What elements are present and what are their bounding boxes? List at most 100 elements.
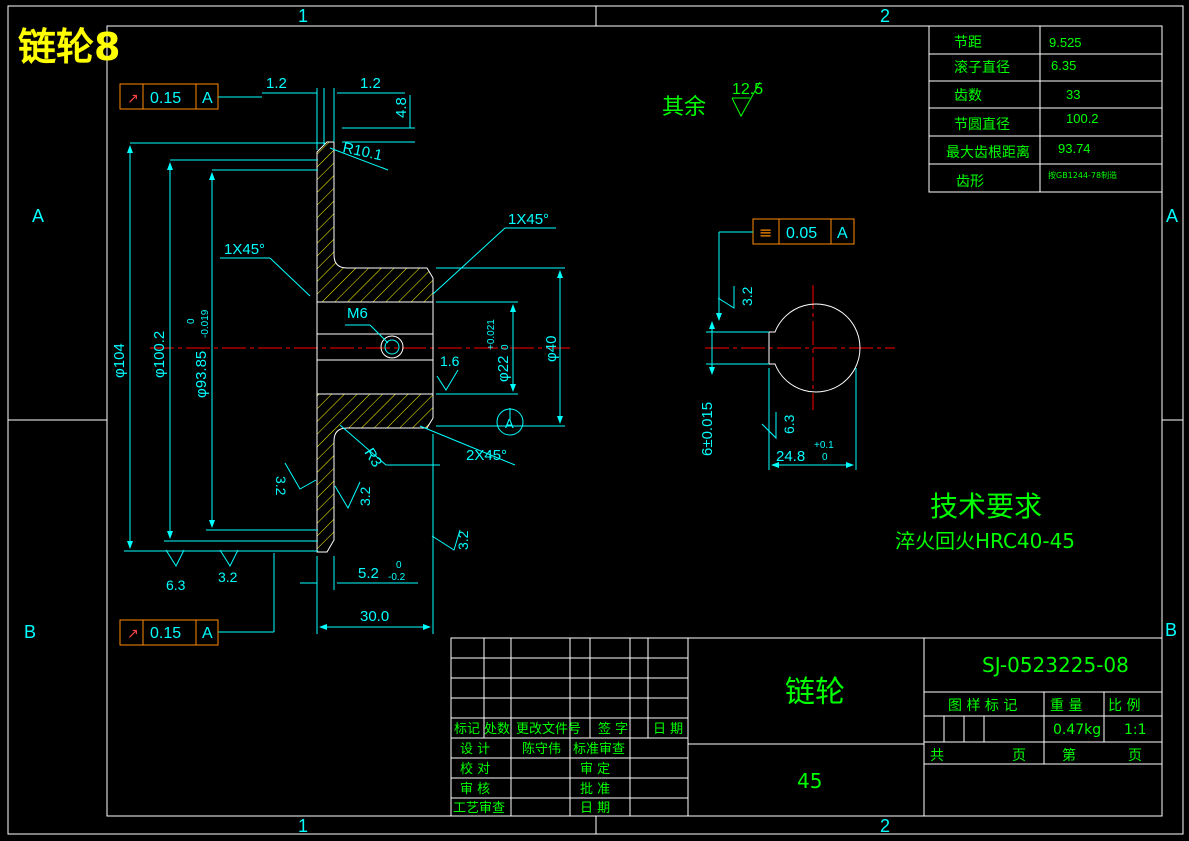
svg-text:处数: 处数	[484, 722, 510, 737]
svg-text:页: 页	[1012, 748, 1026, 764]
dim-key-depth-tol-up: +0.1	[814, 440, 834, 451]
svg-text:设 计: 设 计	[460, 742, 490, 757]
svg-text:12.5: 12.5	[732, 81, 763, 98]
svg-text:6.3: 6.3	[166, 577, 186, 593]
dim-thread: M6	[347, 305, 368, 322]
scale-value: 1:1	[1124, 722, 1147, 738]
svg-text:1: 1	[298, 6, 308, 26]
param-value: 6.35	[1051, 58, 1076, 73]
svg-text:标准审查: 标准审查	[573, 742, 625, 757]
param-value: 按GB1244-78制造	[1048, 170, 1117, 180]
part-name: 链轮	[785, 675, 845, 710]
svg-text:工艺审查: 工艺审查	[453, 801, 505, 816]
param-label: 滚子直径	[954, 59, 1010, 76]
svg-text:日 期: 日 期	[653, 722, 683, 737]
dim-top-a: 1.2	[266, 75, 287, 92]
weight-value: 0.47kg	[1053, 722, 1101, 738]
svg-text:标记: 标记	[454, 722, 480, 737]
svg-text:2: 2	[880, 6, 890, 26]
svg-text:A: A	[202, 625, 213, 642]
dim-chamfer-b: 1X45°	[508, 211, 549, 228]
dim-key-depth: 24.8	[776, 448, 805, 465]
datum-label: A	[505, 416, 514, 431]
dim-key-width: 6±0.015	[699, 402, 716, 456]
svg-text:批 准: 批 准	[580, 782, 610, 797]
svg-text:3.2: 3.2	[455, 530, 471, 550]
svg-text:1: 1	[298, 816, 308, 836]
svg-text:审 定: 审 定	[580, 762, 610, 777]
param-label: 齿形	[956, 174, 984, 190]
svg-text:0.05: 0.05	[786, 225, 817, 242]
svg-text:校 对: 校 对	[460, 761, 490, 777]
param-value: 9.525	[1049, 35, 1082, 50]
svg-text:审 核: 审 核	[460, 782, 490, 797]
svg-text:第: 第	[1062, 747, 1076, 764]
param-value: 100.2	[1066, 111, 1099, 126]
drawing-number: SJ-0523225-08	[982, 653, 1129, 677]
svg-text:更改文件号: 更改文件号	[516, 722, 581, 737]
svg-text:共: 共	[930, 748, 944, 764]
centerlines	[150, 285, 895, 410]
svg-text:0.15: 0.15	[150, 90, 181, 107]
dim-w52: 5.2	[358, 565, 379, 582]
dim-d40: φ40	[543, 336, 560, 362]
svg-text:↗: ↗	[127, 626, 139, 642]
dim-chamfer-a: 1X45°	[224, 241, 265, 258]
param-label: 节距	[954, 35, 982, 51]
param-label: 齿数	[954, 88, 982, 104]
param-label: 最大齿根距离	[946, 144, 1030, 161]
dim-d22-tol-up: +0.021	[486, 319, 497, 350]
dim-top-h: 4.8	[393, 97, 410, 118]
dim-d22: φ22	[495, 356, 512, 382]
requirements-line: 淬火回火HRC40-45	[895, 529, 1075, 553]
dim-d93: φ93.85	[193, 351, 210, 398]
svg-text:2: 2	[880, 816, 890, 836]
svg-text:日 期: 日 期	[580, 801, 610, 816]
title-block-text: SJ-0523225-08 链轮 45 图 样 标 记 重 量 比 例 0.47…	[453, 653, 1147, 816]
svg-text:B: B	[24, 622, 36, 642]
svg-text:B: B	[1165, 620, 1177, 640]
svg-text:A: A	[32, 206, 44, 226]
dim-d93-tol-up: 0	[186, 318, 197, 324]
param-label: 节圆直径	[954, 116, 1010, 133]
param-value: 93.74	[1058, 141, 1091, 156]
svg-text:其余: 其余	[662, 95, 706, 120]
parameter-table: 节距 滚子直径 齿数 节圆直径 最大齿根距离 齿形 9.525 6.35 33 …	[928, 25, 1163, 193]
cad-drawing: 1 2 1 2 A A B B 链轮8 节距 滚子直径 齿数 节圆直径 最大齿根…	[7, 5, 1184, 836]
svg-text:比 例: 比 例	[1108, 698, 1140, 714]
svg-text:3.2: 3.2	[273, 476, 289, 496]
dim-chamfer-c: 2X45°	[466, 447, 507, 464]
dim-w52-tol-up: 0	[396, 560, 402, 571]
param-value: 33	[1066, 87, 1080, 102]
sprocket-section	[316, 141, 434, 553]
svg-text:3.2: 3.2	[357, 486, 373, 506]
dim-d100: φ100.2	[151, 331, 168, 378]
svg-text:3.2: 3.2	[218, 569, 238, 585]
drawing-canvas: 1 2 1 2 A A B B 链轮8 节距 滚子直径 齿数 节圆直径 最大齿根…	[0, 0, 1189, 841]
tolerance-frame-top: ↗ 0.15 A	[119, 83, 219, 110]
dim-d104: φ104	[111, 343, 128, 378]
dim-w52-tol-low: -0.2	[388, 572, 406, 583]
drawing-title: 链轮8	[18, 25, 120, 69]
dim-top-b: 1.2	[360, 75, 381, 92]
tolerance-frame-bottom: ↗ 0.15 A	[119, 619, 219, 646]
svg-text:≡: ≡	[759, 223, 772, 242]
dim-r3: R3	[361, 445, 386, 470]
roughness-rest: 其余 12.5	[662, 81, 763, 120]
svg-text:页: 页	[1128, 748, 1142, 764]
svg-text:0.15: 0.15	[150, 625, 181, 642]
svg-text:签 字: 签 字	[598, 721, 628, 737]
svg-text:A: A	[202, 90, 213, 107]
requirements-heading: 技术要求	[930, 490, 1042, 523]
dim-w30: 30.0	[360, 608, 389, 625]
material: 45	[797, 769, 822, 793]
svg-text:A: A	[1166, 206, 1178, 226]
svg-text:3.2: 3.2	[739, 286, 755, 306]
dim-d22-tol-low: 0	[500, 344, 511, 350]
dim-key-depth-tol-low: 0	[822, 452, 828, 463]
svg-text:1.6: 1.6	[440, 353, 460, 369]
svg-text:重 量: 重 量	[1050, 698, 1082, 714]
svg-text:图 样 标 记: 图 样 标 记	[948, 698, 1017, 714]
dim-d93-tol-low: -0.019	[200, 309, 211, 338]
svg-text:6.3: 6.3	[781, 414, 797, 434]
